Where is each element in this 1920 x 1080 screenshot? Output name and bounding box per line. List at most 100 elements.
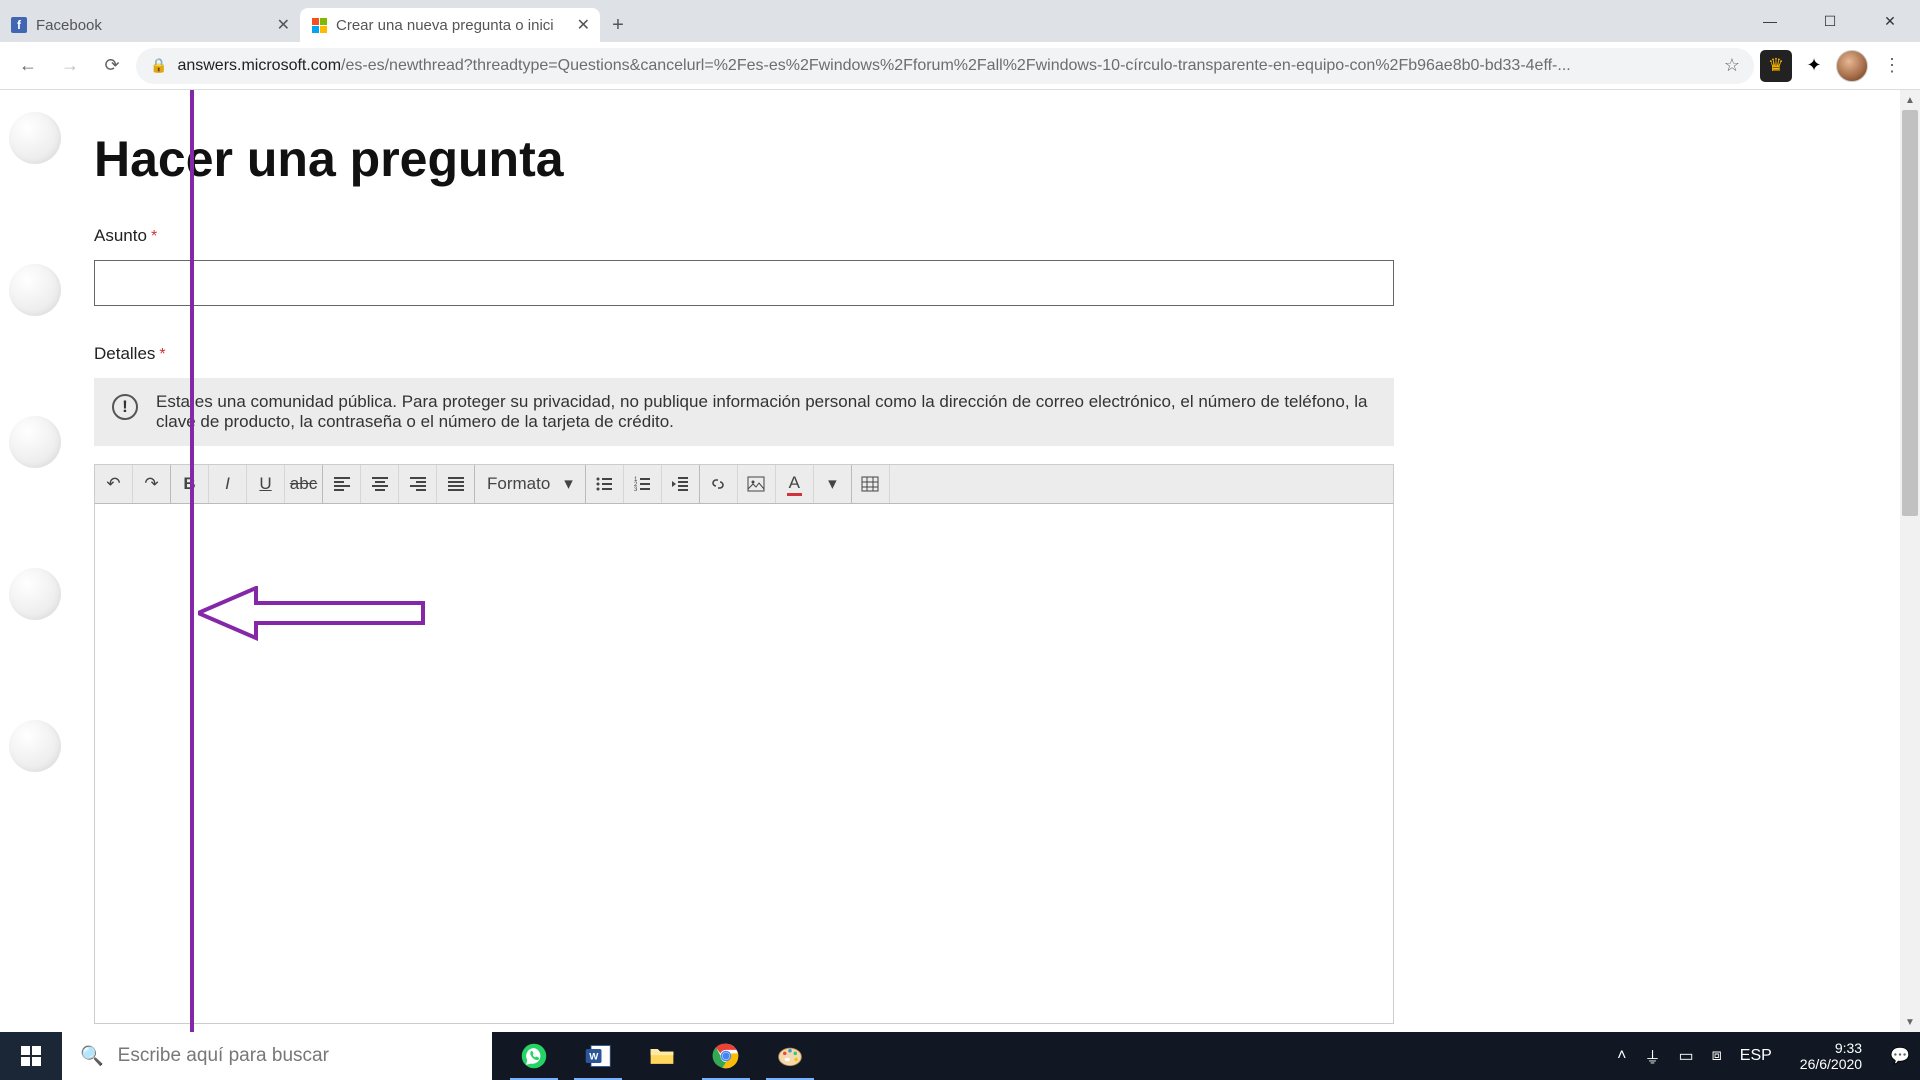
minimize-button[interactable]: — xyxy=(1740,0,1800,42)
image-icon xyxy=(747,475,765,493)
taskbar-explorer[interactable] xyxy=(630,1032,694,1080)
italic-button[interactable]: I xyxy=(209,465,247,503)
dropbox-icon[interactable]: ⧈ xyxy=(1712,1047,1722,1065)
required-icon: * xyxy=(159,346,165,363)
extension-icon[interactable]: ♛ xyxy=(1760,50,1792,82)
bubble-icon[interactable] xyxy=(9,568,61,620)
subject-field-group: Asunto* xyxy=(94,226,1394,306)
scroll-up-button[interactable]: ▲ xyxy=(1900,90,1920,110)
editor-toolbar: ↶ ↷ B I U abc Formato xyxy=(94,464,1394,504)
tab-facebook[interactable]: f Facebook ✕ xyxy=(0,8,300,42)
lock-icon: 🔒 xyxy=(150,57,167,74)
align-left-icon xyxy=(333,475,351,493)
details-field-group: Detalles* ! Esta es una comunidad públic… xyxy=(94,344,1394,1024)
image-button[interactable] xyxy=(738,465,776,503)
link-icon xyxy=(709,475,727,493)
numbered-list-button[interactable]: 123 xyxy=(624,465,662,503)
svg-text:3: 3 xyxy=(634,487,638,493)
taskbar-whatsapp[interactable] xyxy=(502,1032,566,1080)
close-icon[interactable]: ✕ xyxy=(277,15,290,35)
chrome-menu-button[interactable]: ⋮ xyxy=(1874,48,1910,84)
bullet-list-icon xyxy=(595,475,613,493)
paint-icon xyxy=(776,1042,804,1070)
bubble-icon[interactable] xyxy=(9,112,61,164)
url-path: /es-es/newthread?threadtype=Questions&ca… xyxy=(341,57,1571,75)
facebook-icon: f xyxy=(10,16,28,34)
link-button[interactable] xyxy=(700,465,738,503)
taskbar-paint[interactable] xyxy=(758,1032,822,1080)
maximize-button[interactable]: ☐ xyxy=(1800,0,1860,42)
bubble-icon[interactable] xyxy=(9,720,61,772)
align-left-button[interactable] xyxy=(323,465,361,503)
scroll-down-button[interactable]: ▼ xyxy=(1900,1012,1920,1032)
extensions-menu-icon[interactable]: ✦ xyxy=(1798,50,1830,82)
taskbar-apps: W xyxy=(502,1032,822,1080)
bubble-icon[interactable] xyxy=(9,416,61,468)
taskbar-search-input[interactable]: 🔍 Escribe aquí para buscar xyxy=(62,1032,492,1080)
bubble-icon[interactable] xyxy=(9,264,61,316)
start-button[interactable] xyxy=(0,1032,62,1080)
close-window-button[interactable]: ✕ xyxy=(1860,0,1920,42)
scroll-thumb[interactable] xyxy=(1902,110,1918,516)
page-viewport: Hacer una pregunta Asunto* Detalles* ! E… xyxy=(0,90,1920,1032)
required-icon: * xyxy=(151,228,157,245)
left-floating-bubbles xyxy=(0,112,70,872)
table-button[interactable] xyxy=(852,465,890,503)
close-icon[interactable]: ✕ xyxy=(577,15,590,35)
browser-tab-strip: f Facebook ✕ Crear una nueva pregunta o … xyxy=(0,0,1920,42)
page-title: Hacer una pregunta xyxy=(94,130,1394,188)
privacy-warning: ! Esta es una comunidad pública. Para pr… xyxy=(94,378,1394,446)
format-label: Formato xyxy=(487,474,550,494)
privacy-warning-text: Esta es una comunidad pública. Para prot… xyxy=(156,392,1376,432)
taskbar-clock[interactable]: 9:33 26/6/2020 xyxy=(1790,1040,1872,1072)
bookmark-star-icon[interactable]: ☆ xyxy=(1724,55,1740,76)
microsoft-icon xyxy=(310,16,328,34)
clock-date: 26/6/2020 xyxy=(1800,1056,1862,1072)
address-bar[interactable]: 🔒 answers.microsoft.com /es-es/newthread… xyxy=(136,48,1754,84)
subject-input[interactable] xyxy=(94,260,1394,306)
details-label: Detalles xyxy=(94,344,155,363)
battery-icon[interactable]: ▭ xyxy=(1678,1046,1693,1066)
chevron-down-icon: ▾ xyxy=(564,474,573,494)
scroll-track[interactable] xyxy=(1900,110,1920,1012)
nav-forward-button[interactable]: → xyxy=(52,48,88,84)
vertical-scrollbar[interactable]: ▲ ▼ xyxy=(1900,90,1920,1032)
format-dropdown[interactable]: Formato ▾ xyxy=(475,465,586,503)
window-controls: — ☐ ✕ xyxy=(1740,0,1920,42)
text-color-button[interactable]: A xyxy=(776,465,814,503)
strikethrough-button[interactable]: abc xyxy=(285,465,323,503)
tab-title: Crear una nueva pregunta o inici xyxy=(336,17,569,34)
details-editor[interactable] xyxy=(94,504,1394,1024)
clock-time: 9:33 xyxy=(1800,1040,1862,1056)
bullet-list-button[interactable] xyxy=(586,465,624,503)
bold-button[interactable]: B xyxy=(171,465,209,503)
nav-reload-button[interactable]: ⟳ xyxy=(94,48,130,84)
profile-avatar[interactable] xyxy=(1836,50,1868,82)
undo-button[interactable]: ↶ xyxy=(95,465,133,503)
taskbar-word[interactable]: W xyxy=(566,1032,630,1080)
color-dropdown-button[interactable]: ▾ xyxy=(814,465,852,503)
svg-text:W: W xyxy=(589,1052,599,1063)
tray-overflow-icon[interactable]: ˄ xyxy=(1617,1047,1626,1065)
page-content: Hacer una pregunta Asunto* Detalles* ! E… xyxy=(94,90,1394,1024)
keyboard-language[interactable]: ESP xyxy=(1740,1047,1772,1065)
redo-button[interactable]: ↷ xyxy=(133,465,171,503)
word-icon: W xyxy=(584,1042,612,1070)
outdent-button[interactable] xyxy=(662,465,700,503)
browser-toolbar: ← → ⟳ 🔒 answers.microsoft.com /es-es/new… xyxy=(0,42,1920,90)
tab-microsoft-answers[interactable]: Crear una nueva pregunta o inici ✕ xyxy=(300,8,600,42)
align-center-button[interactable] xyxy=(361,465,399,503)
wifi-icon[interactable]: ⏚ xyxy=(1644,1044,1660,1068)
align-right-icon xyxy=(409,475,427,493)
nav-back-button[interactable]: ← xyxy=(10,48,46,84)
align-right-button[interactable] xyxy=(399,465,437,503)
chrome-icon xyxy=(712,1042,740,1070)
action-center-icon[interactable]: 💬 xyxy=(1890,1046,1910,1066)
taskbar-chrome[interactable] xyxy=(694,1032,758,1080)
underline-button[interactable]: U xyxy=(247,465,285,503)
new-tab-button[interactable]: + xyxy=(600,8,636,42)
align-justify-button[interactable] xyxy=(437,465,475,503)
outdent-icon xyxy=(671,475,689,493)
whatsapp-icon xyxy=(520,1042,548,1070)
search-placeholder: Escribe aquí para buscar xyxy=(118,1045,329,1067)
